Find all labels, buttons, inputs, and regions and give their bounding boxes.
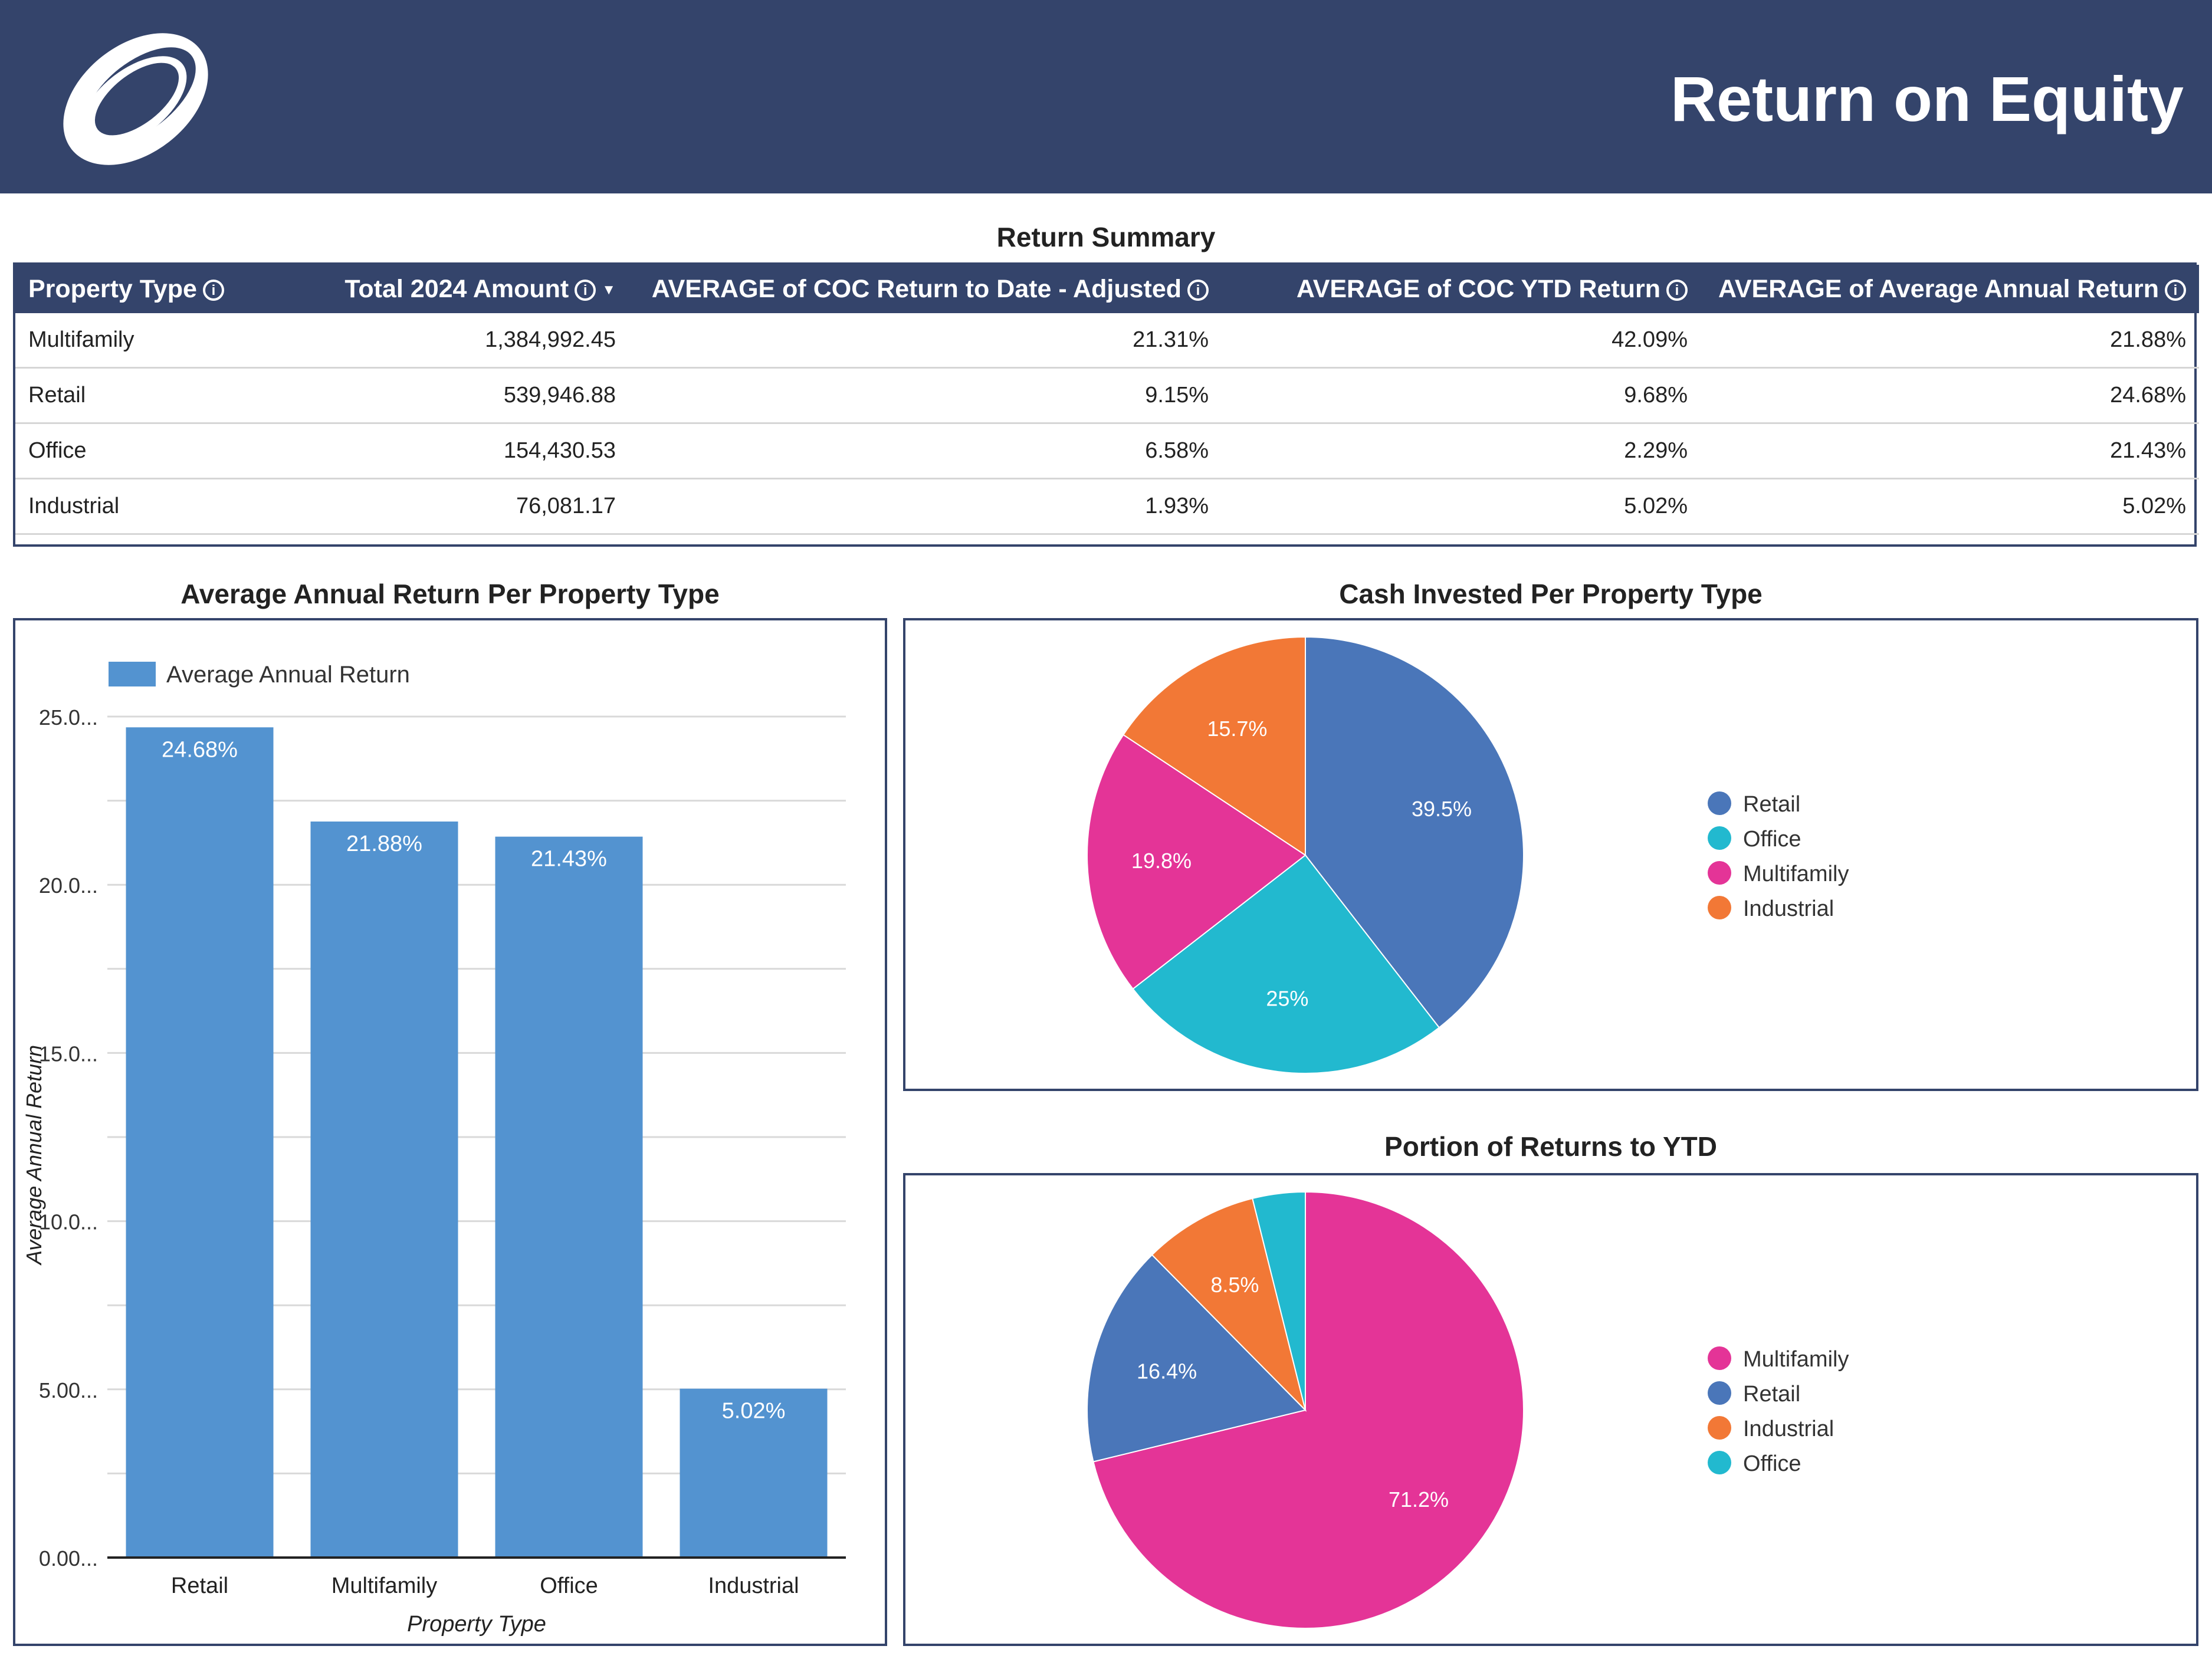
table-cell: 9.68% [1222, 367, 1701, 424]
table-cell: Multifamily [15, 313, 298, 369]
table-cell: Office [15, 423, 298, 479]
legend-label: Retail [1743, 792, 1800, 817]
table-cell: 9.15% [629, 367, 1222, 424]
table-cell: 21.43% [1701, 423, 2199, 479]
column-header-coc-ytd-return[interactable]: AVERAGE of COC YTD Return i [1222, 265, 1701, 313]
bar-data-label: 24.68% [162, 737, 238, 762]
slice-label: 25% [1266, 986, 1308, 1010]
y-tick-label: 25.0... [39, 705, 98, 730]
legend-marker [1708, 1381, 1731, 1405]
table-cell: 6.58% [629, 423, 1222, 479]
slice-label: 8.5% [1210, 1273, 1259, 1297]
summary-table: Property Type i Total 2024 Amount i ▼ AVERA… [13, 262, 2199, 547]
slice-label: 39.5% [1412, 797, 1472, 821]
legend-marker [1708, 1346, 1731, 1370]
x-tick-label: Office [540, 1573, 598, 1598]
legend-marker [1708, 791, 1731, 815]
bar [495, 836, 643, 1558]
legend-label: Industrial [1743, 1417, 1834, 1441]
bar-chart-title: Average Annual Return Per Property Type [180, 579, 720, 609]
table-row: Multifamily 1,384,992.45 21.31% 42.09% 2… [15, 313, 2199, 369]
pie-chart-2-panel: 71.2% 16.4% 8.5% Multifamily Retail Industria… [903, 1173, 2198, 1646]
pie-chart-1-title: Cash Invested Per Property Type [1339, 579, 1763, 609]
y-tick-label: 5.00... [39, 1378, 98, 1402]
table-cell: 76,081.17 [298, 478, 629, 535]
info-icon[interactable]: i [2165, 280, 2186, 301]
legend-label: Average Annual Return [166, 662, 410, 688]
legend-label: Retail [1743, 1382, 1800, 1407]
table-cell: 2.29% [1222, 423, 1701, 479]
column-header-coc-return-to-date[interactable]: AVERAGE of COC Return to Date - Adjusted… [629, 265, 1222, 313]
x-tick-label: Retail [171, 1573, 228, 1598]
y-tick-label: 15.0... [39, 1042, 98, 1066]
y-axis-label: Average Annual Return [22, 1045, 46, 1266]
pie-chart-2-title: Portion of Returns to YTD [1384, 1131, 1717, 1162]
table-cell: 1,384,992.45 [298, 313, 629, 369]
legend-marker [1708, 1416, 1731, 1440]
table-row: Industrial 76,081.17 1.93% 5.02% 5.02% [15, 478, 2199, 535]
legend-label: Multifamily [1743, 1347, 1849, 1372]
company-logo [63, 33, 208, 165]
info-icon[interactable]: i [1666, 280, 1688, 301]
slice-label: 71.2% [1389, 1487, 1449, 1512]
slice-label: 19.8% [1131, 849, 1192, 873]
column-header-property-type[interactable]: Property Type i [15, 265, 298, 313]
sort-desc-icon[interactable]: ▼ [602, 282, 616, 298]
x-tick-label: Multifamily [332, 1573, 437, 1598]
page-title: Return on Equity [1671, 63, 2184, 134]
table-cell: Retail [15, 367, 298, 424]
table-cell: Industrial [15, 478, 298, 535]
page-header: Return on Equity [0, 0, 2212, 193]
info-icon[interactable]: i [1187, 280, 1209, 301]
table-row: Retail 539,946.88 9.15% 9.68% 24.68% [15, 367, 2199, 424]
slice-label: 15.7% [1207, 717, 1267, 741]
table-cell: 154,430.53 [298, 423, 629, 479]
table-row: Office 154,430.53 6.58% 2.29% 21.43% [15, 423, 2199, 479]
legend-label: Office [1743, 1451, 1801, 1476]
y-tick-label: 20.0... [39, 873, 98, 898]
y-tick-label: 10.0... [39, 1210, 98, 1234]
x-tick-label: Industrial [708, 1573, 799, 1598]
table-cell: 42.09% [1222, 313, 1701, 369]
bar [310, 821, 458, 1558]
slice-label: 16.4% [1137, 1359, 1197, 1383]
bar [126, 727, 274, 1558]
table-cell: 1.93% [629, 478, 1222, 535]
pie-chart-1: 39.5% 25% 19.8% 15.7% Retail Office Multifamil… [1087, 636, 1849, 1074]
pie-chart-1-panel: 39.5% 25% 19.8% 15.7% Retail Office Multifamil… [903, 618, 2198, 1091]
bar-data-label: 21.88% [346, 832, 422, 856]
bar-data-label: 21.43% [531, 847, 607, 872]
bar-data-label: 5.02% [722, 1399, 786, 1424]
legend-label: Industrial [1743, 896, 1834, 921]
legend-marker [1708, 826, 1731, 850]
table-cell: 5.02% [1222, 478, 1701, 535]
bar-chart: 0.00... 5.00... 10.0... 15.0... 20.0... 25.0.… [22, 662, 846, 1637]
legend-marker [1708, 896, 1731, 919]
pie-chart-2: 71.2% 16.4% 8.5% Multifamily Retail Industria… [1087, 1191, 1849, 1629]
legend-swatch [109, 662, 156, 686]
table-cell: 21.88% [1701, 313, 2199, 369]
info-icon[interactable]: i [575, 280, 596, 301]
legend-marker [1708, 1451, 1731, 1474]
bar-chart-panel: 0.00... 5.00... 10.0... 15.0... 20.0... 25.0.… [13, 618, 887, 1646]
table-cell: 539,946.88 [298, 367, 629, 424]
summary-title: Return Summary [996, 222, 1216, 252]
info-icon[interactable]: i [202, 280, 224, 301]
y-tick-label: 0.00... [39, 1546, 98, 1571]
x-axis-label: Property Type [407, 1612, 546, 1637]
table-cell: 21.31% [629, 313, 1222, 369]
table-header-row: Property Type i Total 2024 Amount i ▼ AVERA… [15, 265, 2199, 313]
table-cell: 5.02% [1701, 478, 2199, 535]
column-header-total-amount[interactable]: Total 2024 Amount i ▼ [298, 265, 629, 313]
legend-label: Multifamily [1743, 862, 1849, 886]
table-cell: 24.68% [1701, 367, 2199, 424]
legend-label: Office [1743, 827, 1801, 852]
column-header-average-annual-return[interactable]: AVERAGE of Average Annual Return i [1701, 265, 2199, 313]
legend-marker [1708, 861, 1731, 885]
